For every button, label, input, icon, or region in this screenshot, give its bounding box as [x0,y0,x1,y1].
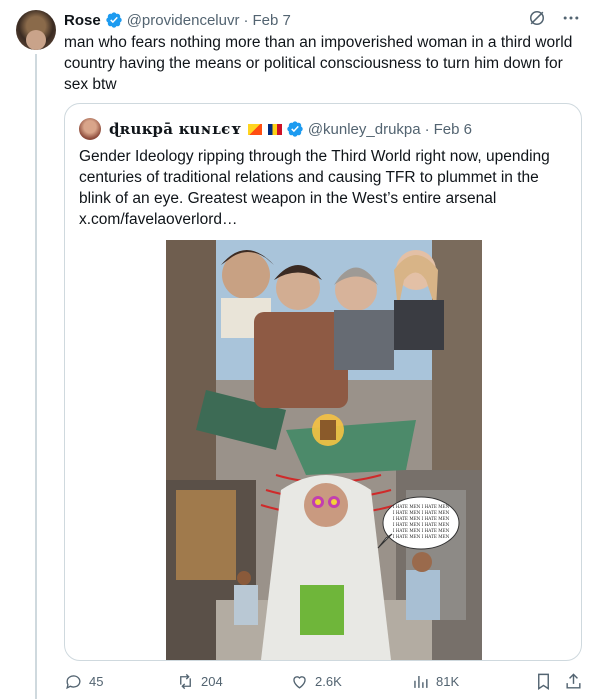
quote-image[interactable]: I HATE MEN I HATE MEN I HATE MEN I HATE … [166,240,482,660]
tweet-timestamp[interactable]: Feb 7 [252,12,290,29]
svg-text:I HATE MEN I HATE MEN: I HATE MEN I HATE MEN [393,534,450,539]
reply-count: 45 [89,674,104,689]
verified-badge-icon [287,121,303,137]
romania-flag-icon [267,123,282,135]
views-chart-icon [414,675,428,688]
thread-line [35,54,37,699]
author-avatar[interactable] [16,10,56,50]
repost-count: 204 [201,674,223,689]
svg-text:I HATE MEN I HATE MEN: I HATE MEN I HATE MEN [393,528,450,533]
verified-badge-icon [106,12,122,28]
repost-icon [180,673,191,690]
reply-icon [66,675,81,690]
tweet-action-bar: 45 204 2.6K 81K [64,672,584,694]
share-icon [566,673,581,689]
author-handle[interactable]: @providenceluvr [127,12,240,29]
grok-icon[interactable] [527,8,547,28]
svg-text:I HATE MEN I HATE MEN: I HATE MEN I HATE MEN [393,516,450,521]
reply-button[interactable]: 45 [64,672,103,691]
collage-illustration: I HATE MEN I HATE MEN I HATE MEN I HATE … [166,240,482,660]
svg-text:I HATE MEN I HATE MEN: I HATE MEN I HATE MEN [393,510,450,515]
like-count: 2.6K [315,674,342,689]
views-count: 81K [436,674,460,689]
quote-timestamp: Feb 6 [433,120,472,138]
quote-author-handle: @kunley_drukpa [307,120,421,138]
svg-text:I HATE MEN I HATE MEN: I HATE MEN I HATE MEN [393,522,450,527]
quote-author-display-name: ɖʀuĸpā ĸuɴʟєʏ [109,120,242,138]
views-button[interactable]: 81K [411,672,459,691]
bookmark-icon [538,673,549,690]
tweet-header: Rose @providenceluvr · Feb 7 [64,10,291,30]
quote-header: ɖʀuĸpā ĸuɴʟєʏ @kunley_drukpa · Feb 6 [79,118,472,140]
quote-tweet-card[interactable]: ɖʀuĸpā ĸuɴʟєʏ @kunley_drukpa · Feb 6 Gen… [64,103,582,661]
quote-text: Gender Ideology ripping through the Thir… [79,148,550,228]
author-display-name[interactable]: Rose [64,12,101,29]
bhutan-flag-icon [247,123,262,135]
speech-bubble-text: I HATE MEN I HATE MEN I HATE MEN I HATE … [393,504,450,539]
heart-icon [293,676,306,689]
tweet-text: man who fears nothing more than an impov… [64,34,573,93]
repost-button[interactable]: 204 [176,672,223,691]
svg-text:I HATE MEN I HATE MEN: I HATE MEN I HATE MEN [393,504,450,509]
share-button[interactable] [564,672,583,691]
like-button[interactable]: 2.6K [290,672,342,691]
more-options-icon[interactable] [561,8,581,28]
separator-dot: · [424,120,430,138]
separator-dot: · [243,11,249,29]
bookmark-button[interactable] [534,672,553,691]
tweet-top-actions [527,8,581,28]
quote-author-avatar [79,118,101,140]
